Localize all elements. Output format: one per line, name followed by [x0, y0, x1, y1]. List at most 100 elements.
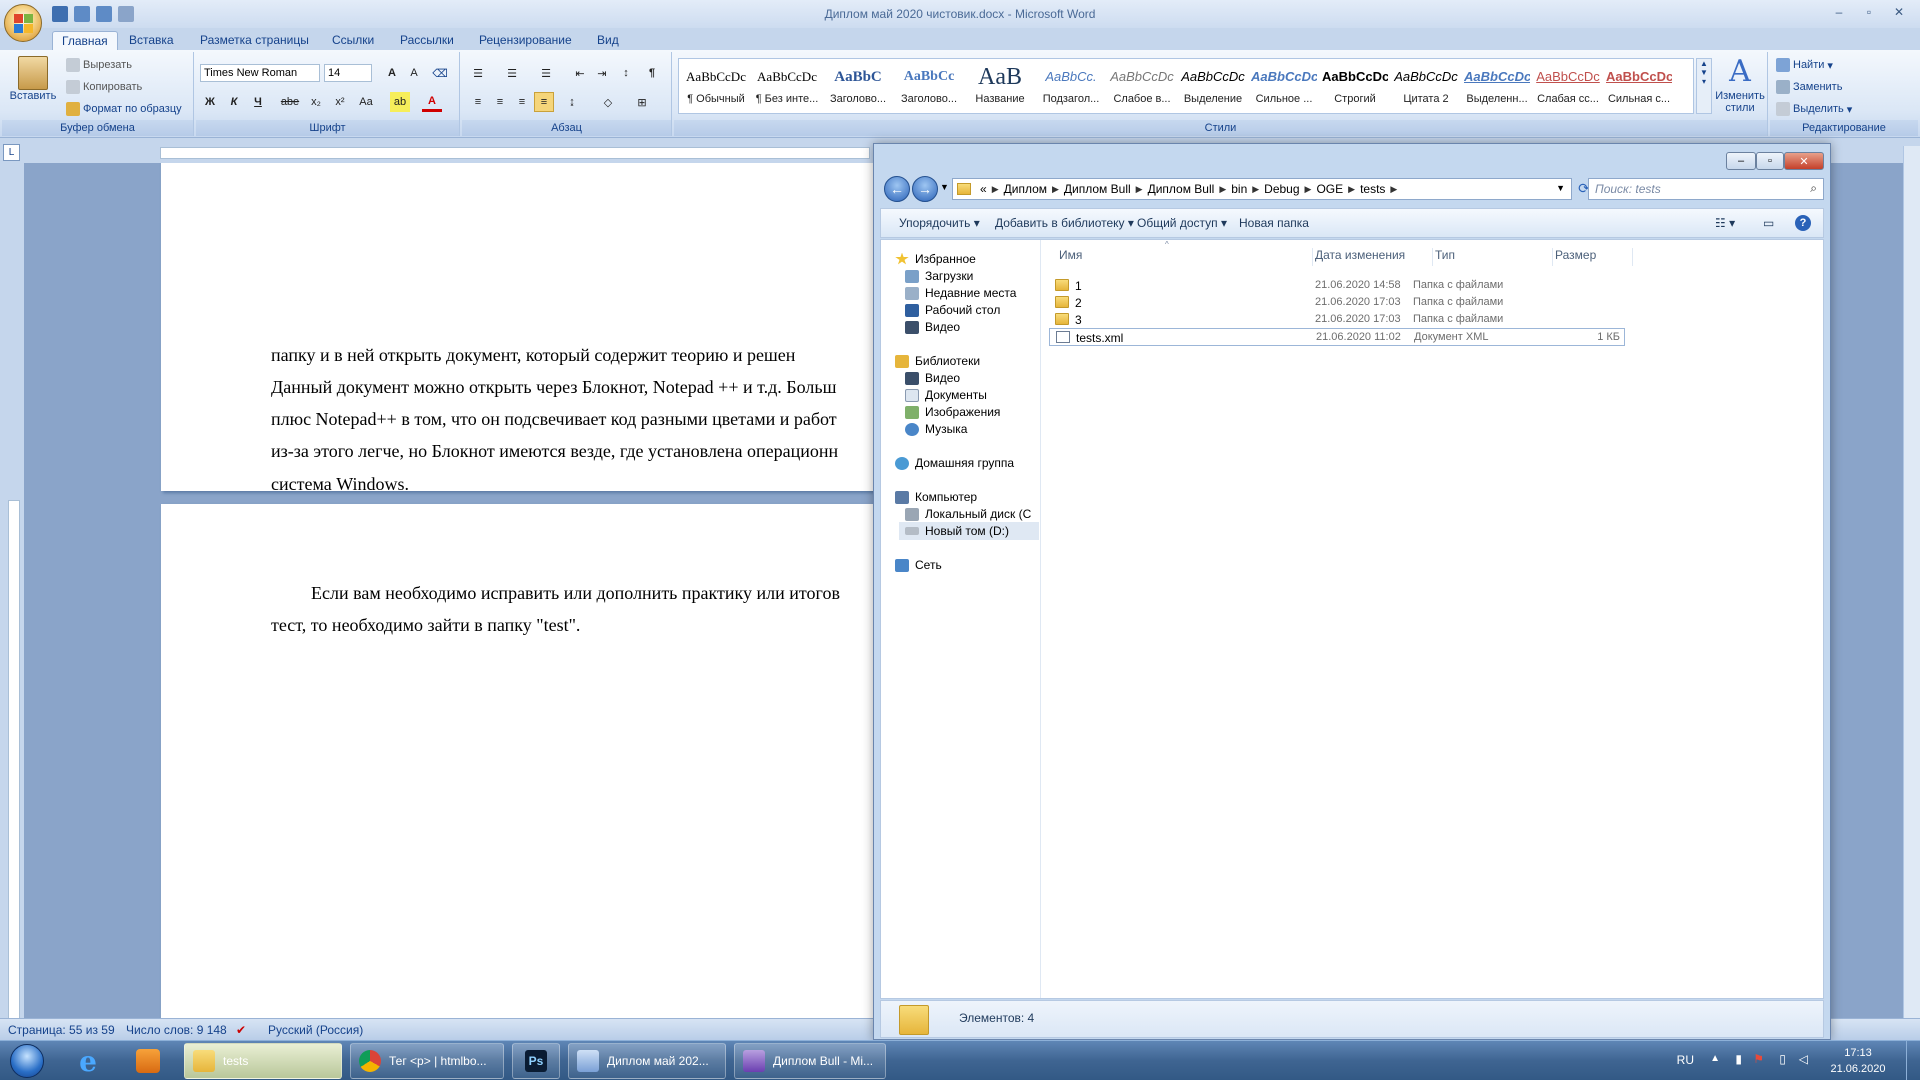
style-item[interactable]: AaBbC Заголово...: [825, 61, 891, 111]
sort-icon[interactable]: ↕: [616, 63, 636, 83]
change-case-button[interactable]: Aa: [356, 92, 376, 112]
nav-libraries[interactable]: Библиотеки: [895, 354, 980, 368]
office-button[interactable]: [4, 4, 42, 42]
highlight-icon[interactable]: ab: [390, 92, 410, 112]
bold-button[interactable]: Ж: [200, 92, 220, 112]
line-spacing-icon[interactable]: ↨: [562, 92, 582, 112]
decrease-indent-icon[interactable]: ⇤: [570, 63, 590, 83]
style-item[interactable]: AaBbCcDc Цитата 2: [1393, 61, 1459, 111]
preview-pane-icon[interactable]: ▭: [1763, 216, 1774, 230]
add-to-library-button[interactable]: Добавить в библиотеку ▾: [995, 216, 1134, 230]
style-item[interactable]: AaBbCcDc Выделение: [1180, 61, 1246, 111]
style-item[interactable]: AaBbCcDc Сильная с...: [1606, 61, 1672, 111]
strikethrough-button[interactable]: abe: [280, 92, 300, 112]
tab-references[interactable]: Ссылки: [323, 31, 383, 50]
bullets-icon[interactable]: ☰: [468, 63, 488, 83]
font-color-button[interactable]: A: [422, 92, 442, 112]
new-folder-button[interactable]: Новая папка: [1239, 216, 1309, 230]
horizontal-ruler[interactable]: [160, 147, 870, 159]
forward-icon[interactable]: →: [912, 176, 938, 202]
breadcrumb-item[interactable]: Debug: [1259, 182, 1304, 196]
back-icon[interactable]: ←: [884, 176, 910, 202]
address-dropdown-icon[interactable]: ▼: [1556, 183, 1565, 193]
nav-downloads[interactable]: Загрузки: [905, 269, 973, 283]
breadcrumb-separator-icon[interactable]: ▶: [1252, 184, 1259, 195]
taskbar-item-chrome[interactable]: Тег <p> | htmlbo...: [350, 1043, 504, 1079]
explorer-minimize-button[interactable]: –: [1726, 152, 1756, 170]
address-bar[interactable]: «▶ Диплом ▶ Диплом Bull ▶ Диплом Bull ▶ bin ▶ Deb…: [952, 178, 1572, 200]
nav-recent[interactable]: Недавние места: [905, 286, 1016, 300]
nav-homegroup[interactable]: Домашняя группа: [895, 456, 1014, 470]
show-marks-icon[interactable]: ¶: [642, 63, 662, 83]
style-item[interactable]: AaBbCcDc Сильное ...: [1251, 61, 1317, 111]
table-row[interactable]: 3 21.06.2020 17:03 Папка с файлами: [1049, 311, 1625, 329]
column-size[interactable]: Размер: [1553, 248, 1633, 266]
nav-music[interactable]: Музыка: [905, 422, 967, 436]
explorer-maximize-button[interactable]: ▫: [1756, 152, 1784, 170]
style-item[interactable]: AaBbCcDc Слабая сс...: [1535, 61, 1601, 111]
tab-home[interactable]: Главная: [52, 31, 118, 50]
superscript-button[interactable]: x²: [330, 92, 350, 112]
font-size-select[interactable]: 14: [324, 64, 372, 82]
style-item[interactable]: AaBbCc Заголово...: [896, 61, 962, 111]
font-family-select[interactable]: Times New Roman: [200, 64, 320, 82]
style-item[interactable]: AaB Название: [967, 61, 1033, 111]
increase-indent-icon[interactable]: ⇥: [592, 63, 612, 83]
style-item[interactable]: AaBbCcDc Выделенн...: [1464, 61, 1530, 111]
breadcrumb-separator-icon[interactable]: ▶: [992, 184, 999, 195]
breadcrumb-separator-icon[interactable]: ▶: [1052, 184, 1059, 195]
language-indicator[interactable]: RU: [1677, 1053, 1694, 1067]
column-name[interactable]: Имя: [1057, 248, 1313, 266]
breadcrumb-item[interactable]: Диплом Bull: [1059, 182, 1136, 196]
nav-new-volume[interactable]: Новый том (D:): [899, 522, 1039, 540]
breadcrumb-separator-icon[interactable]: ▶: [1136, 184, 1143, 195]
align-right-icon[interactable]: ≡: [512, 92, 532, 112]
table-row[interactable]: 2 21.06.2020 17:03 Папка с файлами: [1049, 294, 1625, 312]
format-painter-button[interactable]: Формат по образцу: [66, 102, 182, 116]
internet-explorer-icon[interactable]: e: [62, 1044, 114, 1078]
tab-review[interactable]: Рецензирование: [470, 31, 581, 50]
vertical-scrollbar[interactable]: [1903, 146, 1920, 1018]
action-center-icon[interactable]: ⚑: [1753, 1052, 1764, 1066]
word-count[interactable]: Число слов: 9 148: [126, 1023, 227, 1037]
style-item[interactable]: AaBbCc. Подзагол...: [1038, 61, 1104, 111]
taskbar-item-word[interactable]: Диплом май 202...: [568, 1043, 726, 1079]
nav-computer[interactable]: Компьютер: [895, 490, 977, 504]
taskbar-item-photoshop[interactable]: Ps: [512, 1043, 560, 1079]
style-item[interactable]: AaBbCcDc ¶ Обычный: [683, 61, 749, 111]
nav-network[interactable]: Сеть: [895, 558, 942, 572]
document-page[interactable]: Если вам необходимо исправить или дополн…: [161, 504, 921, 1018]
nav-desktop[interactable]: Рабочий стол: [905, 303, 1000, 317]
media-player-icon[interactable]: [122, 1044, 174, 1078]
start-button[interactable]: [2, 1042, 52, 1080]
vertical-ruler[interactable]: [8, 500, 20, 1020]
change-styles-button[interactable]: A Изменить стили: [1714, 54, 1766, 114]
maximize-button[interactable]: ▫: [1854, 2, 1884, 22]
language-indicator[interactable]: Русский (Россия): [268, 1023, 363, 1037]
document-page[interactable]: папку и в ней открыть документ, который …: [161, 163, 921, 527]
justify-icon[interactable]: ≡: [534, 92, 554, 112]
shrink-font-button[interactable]: A: [404, 63, 424, 83]
breadcrumb-item[interactable]: «: [975, 182, 992, 196]
view-options-icon[interactable]: ☷ ▾: [1715, 216, 1735, 230]
tab-selector-button[interactable]: L: [3, 144, 20, 161]
clock[interactable]: 17:13 21.06.2020: [1818, 1045, 1898, 1077]
spelling-check-icon[interactable]: ✔: [236, 1023, 246, 1037]
style-item[interactable]: AaBbCcDc Слабое в...: [1109, 61, 1175, 111]
column-type[interactable]: Тип: [1433, 248, 1553, 266]
show-hidden-icons-icon[interactable]: ▲: [1710, 1053, 1720, 1064]
column-date[interactable]: Дата изменения: [1313, 248, 1433, 266]
page-count[interactable]: Страница: 55 из 59: [8, 1023, 115, 1037]
nav-favorites[interactable]: Избранное: [895, 252, 976, 266]
style-item[interactable]: AaBbCcDc ¶ Без инте...: [754, 61, 820, 111]
find-button[interactable]: Найти ▾: [1776, 58, 1833, 72]
help-icon[interactable]: ?: [1795, 215, 1811, 231]
tab-view[interactable]: Вид: [588, 31, 628, 50]
power-icon[interactable]: ▯: [1779, 1052, 1786, 1066]
explorer-close-button[interactable]: ✕: [1784, 152, 1824, 170]
underline-button[interactable]: Ч: [248, 92, 268, 112]
align-center-icon[interactable]: ≡: [490, 92, 510, 112]
replace-button[interactable]: Заменить: [1776, 80, 1842, 94]
table-row[interactable]: 1 21.06.2020 14:58 Папка с файлами: [1049, 277, 1625, 295]
paste-button[interactable]: Вставить: [8, 56, 58, 102]
